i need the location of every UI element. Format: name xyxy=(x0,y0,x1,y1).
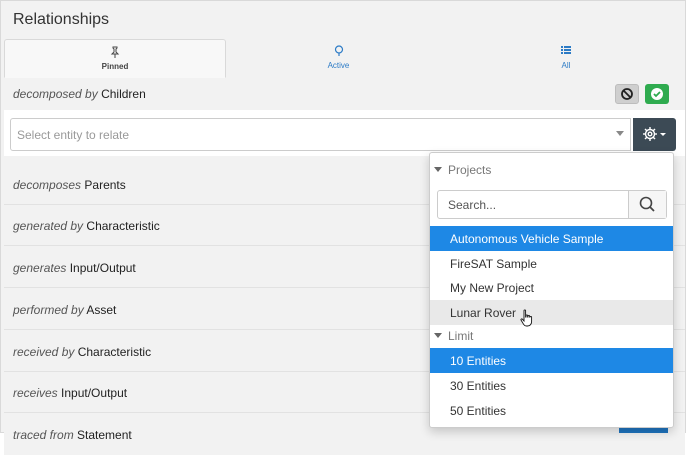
tab-all-label: All xyxy=(561,61,571,70)
ban-icon xyxy=(621,88,633,100)
tab-pinned-label: Pinned xyxy=(101,62,129,71)
project-search-field[interactable]: Search... xyxy=(437,190,667,219)
project-option[interactable]: My New Project xyxy=(430,275,673,300)
check-circle-icon xyxy=(651,88,663,100)
project-option[interactable]: FireSAT Sample xyxy=(430,251,673,276)
search-button[interactable] xyxy=(628,191,666,218)
tab-all[interactable]: All xyxy=(451,39,681,78)
limit-header-label: Limit xyxy=(448,329,474,343)
panel-title: Relationships xyxy=(13,11,110,28)
relationship-entity: Parents xyxy=(84,178,126,192)
entity-select-input[interactable]: Select entity to relate xyxy=(10,118,631,151)
relationship-verb: performed by xyxy=(13,303,84,317)
relationship-entity: Input/Output xyxy=(61,386,128,400)
settings-dropdown-button[interactable] xyxy=(633,118,676,151)
limit-option-label: 10 Entities xyxy=(450,354,507,368)
relationship-entity: Asset xyxy=(86,303,117,317)
cancel-relate-button[interactable] xyxy=(615,84,639,104)
relationship-entity: Characteristic xyxy=(77,345,152,359)
tab-active-label: Active xyxy=(327,61,350,70)
caret-down-icon xyxy=(434,167,442,172)
pin-icon xyxy=(5,46,225,60)
tab-pinned[interactable]: Pinned xyxy=(4,39,226,78)
limit-option[interactable]: 50 Entities xyxy=(430,398,673,423)
project-option-label: Lunar Rover xyxy=(450,306,517,320)
gear-icon xyxy=(643,127,666,141)
project-option-label: My New Project xyxy=(450,281,535,295)
caret-down-icon xyxy=(434,333,442,338)
relationship-entity: Children xyxy=(101,87,146,101)
confirm-relate-button[interactable] xyxy=(645,84,669,104)
relationship-entity: Input/Output xyxy=(69,261,136,275)
relationship-verb: traced from xyxy=(13,428,74,442)
relationship-verb: decomposed by xyxy=(13,87,98,101)
project-option[interactable]: Lunar Rover xyxy=(430,300,673,327)
search-placeholder: Search... xyxy=(448,198,497,212)
projects-header-label: Projects xyxy=(448,163,492,177)
tab-active[interactable]: Active xyxy=(226,39,451,78)
relationship-entity: Statement xyxy=(77,428,132,442)
limit-section-header[interactable]: Limit xyxy=(430,325,673,349)
lightbulb-icon xyxy=(226,45,451,59)
project-option-label: Autonomous Vehicle Sample xyxy=(450,232,604,246)
relationship-verb: received by xyxy=(13,345,75,359)
relationship-entity: Characteristic xyxy=(86,219,160,233)
select-caret-icon[interactable] xyxy=(616,131,624,136)
limit-option-label: 50 Entities xyxy=(450,404,507,418)
search-icon xyxy=(639,196,655,212)
relationship-verb: receives xyxy=(13,386,58,400)
list-icon xyxy=(451,45,681,59)
relationship-verb: generated by xyxy=(13,219,84,233)
limit-option[interactable]: 10 Entities xyxy=(430,348,673,373)
project-option-label: FireSAT Sample xyxy=(450,257,537,271)
relationship-verb: generates xyxy=(13,261,67,275)
tab-bar: Pinned Active All xyxy=(4,39,685,79)
relationship-header-row: decomposed by Children xyxy=(4,78,685,110)
projects-section-header[interactable]: Projects xyxy=(430,159,673,183)
limit-option-label: 30 Entities xyxy=(450,379,507,393)
relationship-verb: decomposes xyxy=(13,178,82,192)
limit-option[interactable]: 30 Entities xyxy=(430,373,673,398)
project-option[interactable]: Autonomous Vehicle Sample xyxy=(430,226,673,251)
project-dropdown-menu: Projects Search... Autonomous Vehicle Sa… xyxy=(429,152,674,428)
